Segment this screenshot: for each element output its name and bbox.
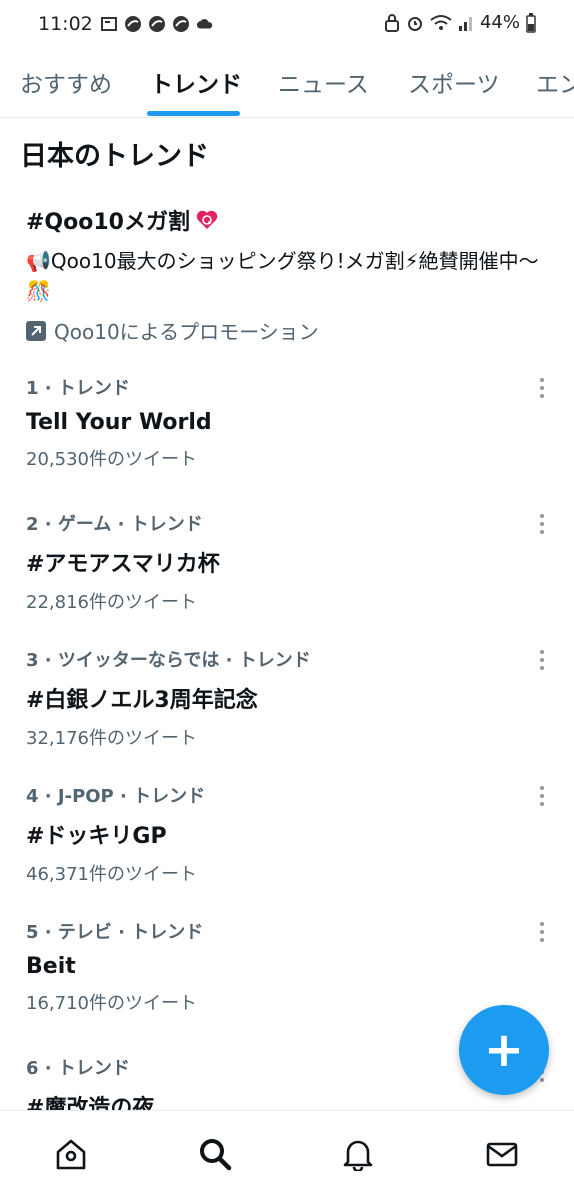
battery-percent: 44%	[479, 12, 520, 33]
tab-entertainment[interactable]: エン	[536, 65, 574, 99]
trend-tweet-count: 22,816件のツイート	[26, 592, 197, 613]
notification-icons	[100, 15, 214, 33]
app-notification-icon	[125, 16, 141, 32]
cloud-icon	[196, 19, 213, 29]
home-icon[interactable]	[54, 1137, 88, 1171]
compose-tweet-button[interactable]: +	[459, 1005, 549, 1095]
more-options-icon[interactable]	[538, 650, 546, 674]
trend-item[interactable]: 2 · ゲーム · トレンド #アモアスマリカ杯 22,816件のツイート	[26, 510, 546, 614]
trend-item[interactable]: 4 · J-POP · トレンド #ドッキリGP 46,371件のツイート	[26, 782, 546, 886]
system-icons: 44%	[384, 12, 536, 33]
bottom-navigation	[0, 1110, 574, 1200]
app-notification-icon	[149, 16, 165, 32]
trend-name: #アモアスマリカ杯	[26, 552, 220, 577]
promoted-arrow-icon	[26, 320, 46, 341]
battery-icon	[526, 12, 536, 33]
promo-title: #Qoo10メガ割	[26, 210, 190, 235]
alarm-icon	[407, 16, 422, 31]
promo-description: 📢Qoo10最大のショッピング祭り!メガ割⚡絶賛開催中〜🎊	[26, 249, 539, 303]
trend-tweet-count: 46,371件のツイート	[26, 864, 197, 885]
wifi-icon	[430, 14, 452, 30]
trend-item[interactable]: 3 · ツイッターならでは · トレンド #白銀ノエル3周年記念 32,176件…	[26, 646, 546, 750]
trend-tweet-count: 32,176件のツイート	[26, 728, 197, 749]
trend-name: #ドッキリGP	[26, 824, 167, 849]
app-notification-icon	[101, 17, 117, 31]
explore-tabs: おすすめ トレンド ニュース スポーツ エン	[0, 55, 574, 118]
trend-meta: 5 · テレビ · トレンド	[26, 922, 204, 943]
tab-trends[interactable]: トレンド	[150, 65, 242, 99]
qoo10-heart-icon	[196, 210, 218, 229]
tab-news[interactable]: ニュース	[278, 65, 369, 99]
more-options-icon[interactable]	[538, 922, 546, 946]
promoted-by-row: Qoo10によるプロモーション	[26, 316, 546, 345]
trend-meta: 4 · J-POP · トレンド	[26, 786, 206, 807]
search-icon[interactable]	[198, 1137, 232, 1171]
trend-item[interactable]: 1 · トレンド Tell Your World 20,530件のツイート	[26, 374, 546, 471]
status-time: 11:02	[38, 13, 93, 35]
promo-title-row: #Qoo10メガ割	[26, 204, 546, 236]
promoted-by-label: Qoo10によるプロモーション	[54, 320, 319, 344]
trend-meta: 3 · ツイッターならでは · トレンド	[26, 650, 311, 671]
tab-sports[interactable]: スポーツ	[408, 65, 500, 99]
trend-name: #白銀ノエル3周年記念	[26, 688, 258, 713]
lock-icon	[384, 13, 399, 32]
signal-icon	[458, 16, 472, 31]
app-notification-icon	[173, 16, 189, 32]
mail-icon[interactable]	[485, 1137, 519, 1171]
plus-icon: +	[483, 1022, 525, 1078]
trend-meta: 1 · トレンド	[26, 378, 130, 399]
bell-icon[interactable]	[341, 1137, 375, 1171]
promoted-trend[interactable]: #Qoo10メガ割 📢Qoo10最大のショッピング祭り!メガ割⚡絶賛開催中〜🎊 …	[26, 204, 546, 345]
trend-name: Tell Your World	[26, 410, 212, 435]
trend-name: Beit	[26, 954, 76, 979]
tab-recommended[interactable]: おすすめ	[20, 65, 112, 99]
trend-meta: 2 · ゲーム · トレンド	[26, 514, 203, 535]
status-bar: 11:02 44%	[0, 0, 574, 50]
section-title: 日本のトレンド	[20, 141, 209, 172]
trend-tweet-count: 20,530件のツイート	[26, 449, 197, 470]
trend-item[interactable]: 5 · テレビ · トレンド Beit 16,710件のツイート	[26, 918, 546, 1015]
more-options-icon[interactable]	[538, 378, 546, 402]
more-options-icon[interactable]	[538, 786, 546, 810]
more-options-icon[interactable]	[538, 514, 546, 538]
active-tab-indicator	[147, 111, 240, 116]
